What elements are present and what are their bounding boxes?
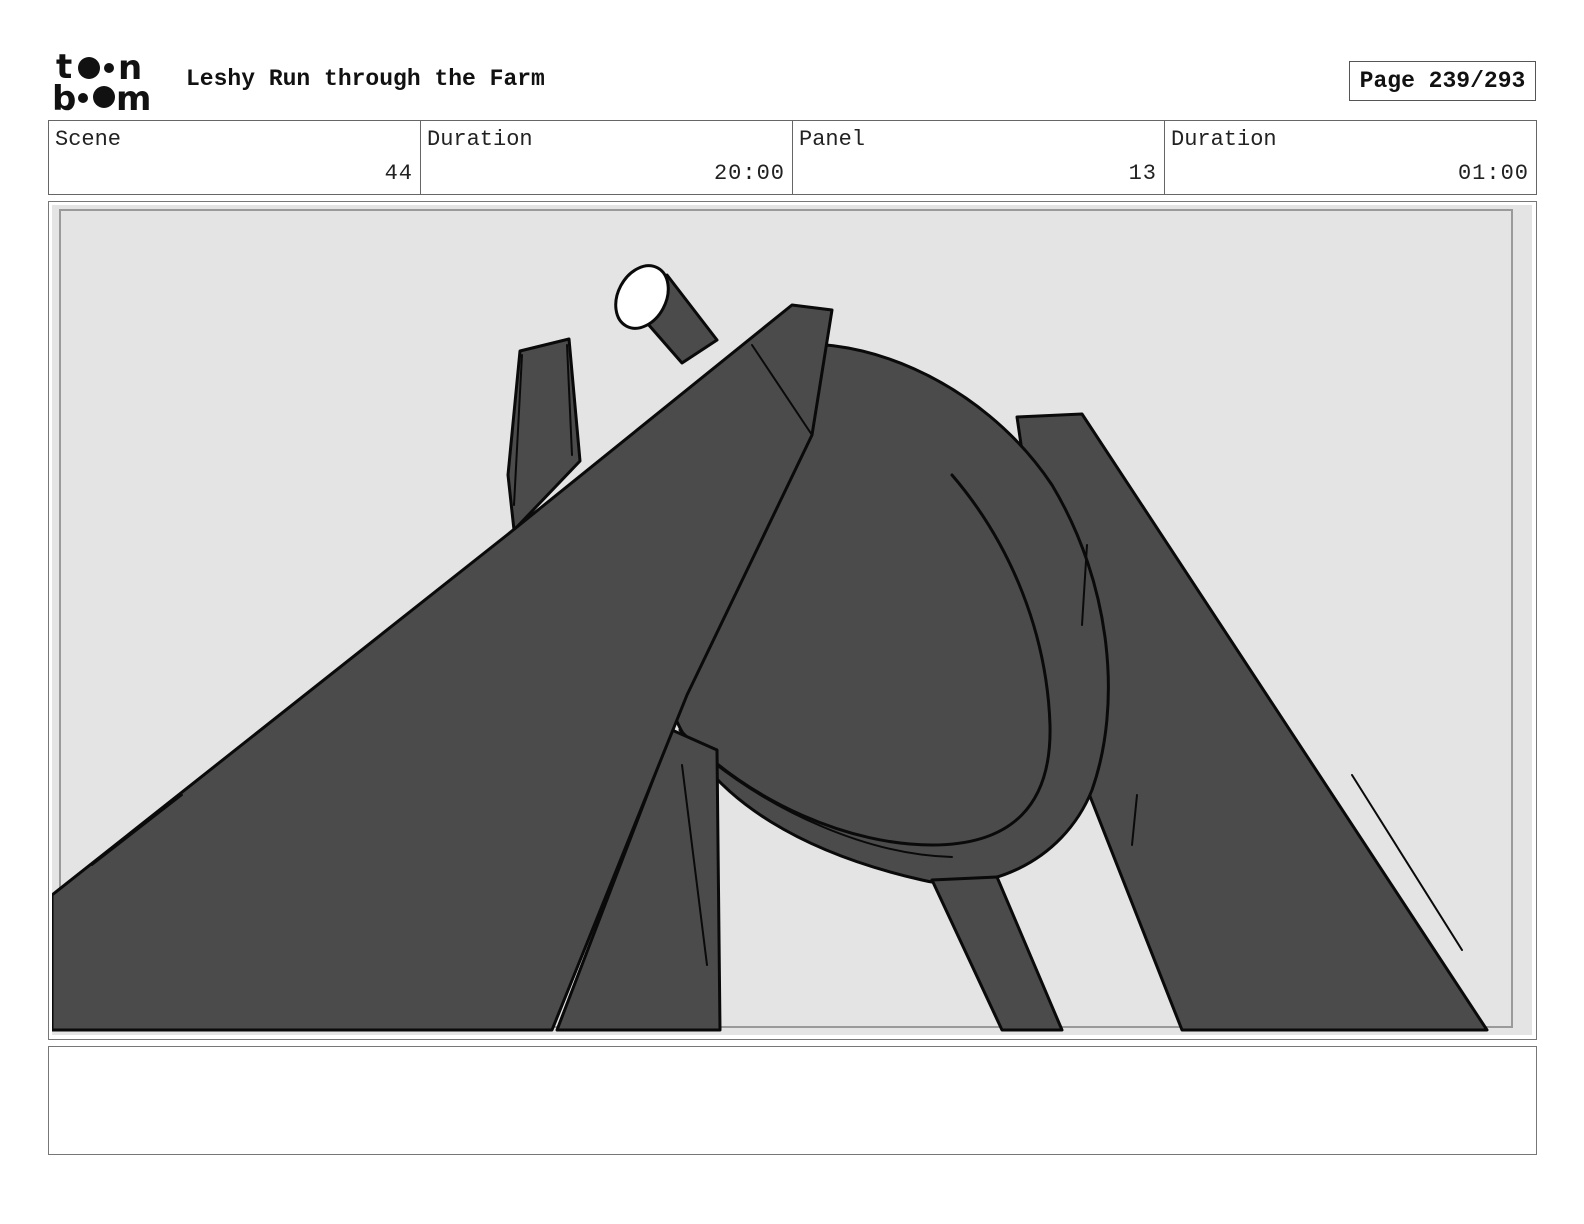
scene-cell: Scene 44 bbox=[49, 121, 421, 194]
panel-value: 13 bbox=[1128, 161, 1157, 186]
svg-text:b: b bbox=[52, 79, 76, 112]
toon-boom-logo: t n b m bbox=[52, 50, 164, 112]
panel-duration-label: Duration bbox=[1171, 127, 1277, 152]
storyboard-sketch-image bbox=[52, 205, 1532, 1035]
storyboard-sketch bbox=[52, 205, 1532, 1035]
panel-label: Panel bbox=[799, 127, 866, 152]
scene-duration-value: 20:00 bbox=[713, 161, 785, 186]
svg-text:m: m bbox=[116, 79, 151, 112]
panel-notes bbox=[48, 1046, 1537, 1155]
panel-image-frame bbox=[48, 201, 1537, 1040]
project-title: Leshy Run through the Farm bbox=[186, 66, 545, 92]
page-number: Page 239/293 bbox=[1349, 61, 1536, 101]
toon-boom-logo-icon: t n b m bbox=[52, 50, 151, 112]
scene-label: Scene bbox=[55, 127, 122, 152]
scene-duration-cell: Duration 20:00 bbox=[421, 121, 793, 194]
scene-value: 44 bbox=[384, 161, 413, 186]
scene-duration-label: Duration bbox=[427, 127, 533, 152]
panel-duration-cell: Duration 01:00 bbox=[1165, 121, 1536, 194]
panel-duration-value: 01:00 bbox=[1457, 161, 1529, 186]
panel-cell: Panel 13 bbox=[793, 121, 1165, 194]
panel-info-table: Scene 44 Duration 20:00 Panel 13 Duratio… bbox=[48, 120, 1537, 195]
